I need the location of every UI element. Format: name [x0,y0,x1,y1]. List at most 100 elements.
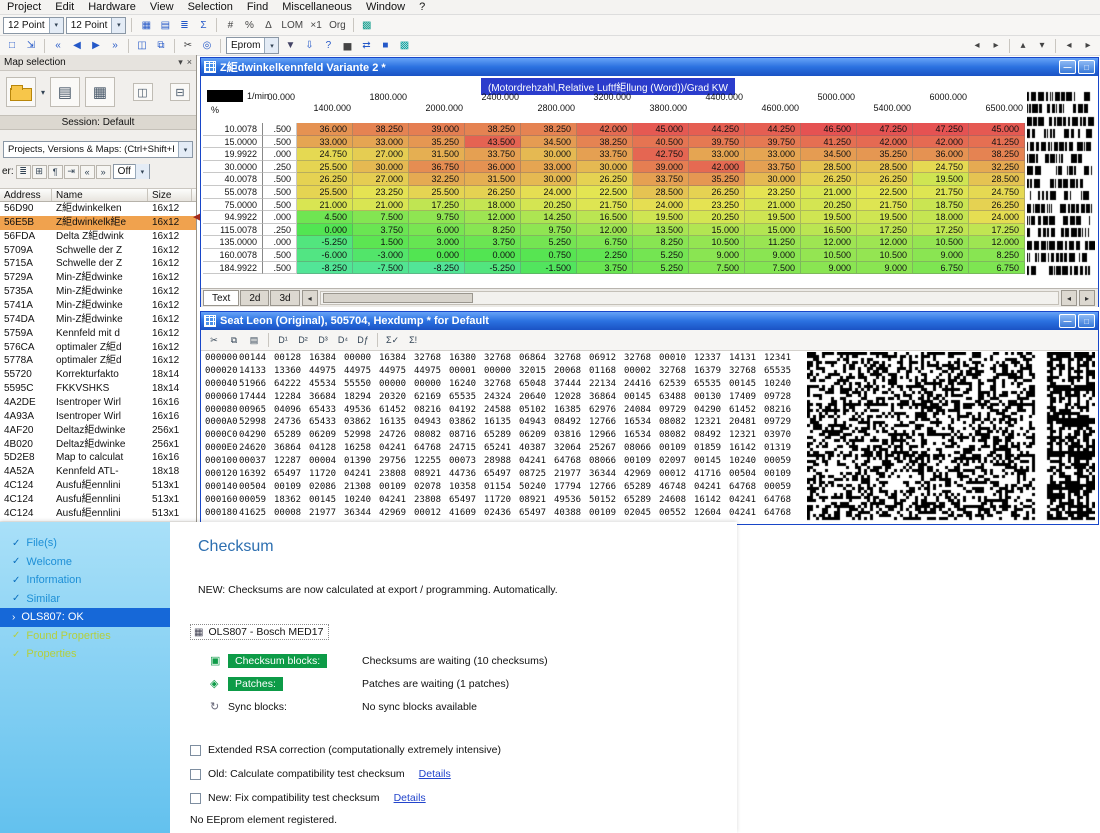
map-cell[interactable]: 33.000 [521,160,577,174]
table-large-icon[interactable]: ▤ [156,17,174,33]
hex-value[interactable]: 24588 [484,404,519,417]
map-row-header[interactable]: 19.9922 [203,148,263,161]
cut-icon[interactable]: ✂ [179,38,197,54]
hex-value[interactable]: 36344 [589,468,624,481]
hex-value[interactable]: 18362 [274,494,309,507]
hex-value[interactable]: 29756 [379,455,414,468]
hex-value[interactable]: 12766 [589,481,624,494]
hex-value[interactable]: 03816 [554,429,589,442]
hex-value[interactable]: 10240 [344,494,379,507]
map-cell[interactable]: 12.000 [969,236,1025,249]
hex-value[interactable]: 00001 [449,365,484,378]
map-cell[interactable]: 10.500 [857,248,913,262]
hex-value[interactable]: 52998 [344,429,379,442]
hex-value[interactable]: 04241 [694,481,729,494]
hex-value[interactable]: 10358 [449,481,484,494]
map-cell[interactable]: 44.250 [745,123,801,136]
hash-icon[interactable]: # [221,17,239,33]
map-row-header[interactable]: 184.9922 [203,261,263,275]
open-project-button[interactable] [6,77,36,107]
grid-icon[interactable]: ▦ [85,77,116,107]
sidebar-item-ols807-ok[interactable]: › OLS807: OK [0,608,170,627]
hex-value[interactable]: 01168 [589,365,624,378]
map-list-row[interactable]: 4AF20 Deltaz䋌dwinke 256x1 [0,424,196,438]
datatype-8bit-icon[interactable]: D¹ [274,332,292,348]
hex-value[interactable]: 12321 [729,429,764,442]
paste-icon[interactable]: ▤ [245,332,263,348]
map-cell[interactable]: 39.750 [689,135,745,149]
hex-value[interactable]: 08921 [519,494,554,507]
session-bar[interactable]: Session: Default [0,115,196,130]
map-list-row[interactable]: 5D2E8 Map to calculat 16x16 [0,451,196,465]
hex-value[interactable]: 04943 [519,416,554,429]
hex-value[interactable]: 01859 [694,442,729,455]
hex-value[interactable]: 65289 [624,481,659,494]
map-cell[interactable]: 35.250 [409,135,465,149]
hex-value[interactable]: 16534 [624,429,659,442]
map-list-row[interactable]: 4A93A Isentroper Wirl 16x16 [0,410,196,424]
map-cell[interactable]: 39.000 [409,123,465,136]
hex-value[interactable]: 00004 [309,455,344,468]
map-cell[interactable]: .500 [263,123,297,136]
map-cell[interactable]: -3.000 [353,248,409,262]
map-cell[interactable]: -8.250 [409,261,465,275]
hex-value[interactable]: 61452 [379,404,414,417]
chevron-down-icon[interactable]: ▾ [264,38,279,53]
hex-value[interactable]: 16534 [624,416,659,429]
sidebar-item-similar[interactable]: ✓ Similar [0,590,170,609]
map-cell[interactable]: 0.750 [521,248,577,262]
map-cell[interactable]: 15.000 [745,223,801,237]
column-header-name[interactable]: Name [52,189,148,201]
hex-value[interactable]: 50152 [589,494,624,507]
filter-last-icon[interactable]: » [95,164,111,179]
hex-value[interactable]: 09729 [659,404,694,417]
map-list-row[interactable]: 56D90 Z䋌dwinkelken 16x12 [0,202,196,216]
hex-value[interactable]: 32768 [729,365,764,378]
map-window-titlebar[interactable]: Z䋌dwinkelkennfeld Variante 2 * — □ [201,58,1098,76]
hex-value[interactable]: 20640 [519,391,554,404]
map-cell[interactable]: 9.000 [801,261,857,275]
hex-row[interactable]: 0000E0 24620 36864 04128 16258 04241 64768 2471… [201,442,799,455]
map-cell[interactable]: 24.750 [913,160,969,174]
map-cell[interactable]: 8.250 [633,236,689,249]
map-list-row[interactable]: 5778A optimaler Z䋌d 16x12 [0,354,196,368]
hex-value[interactable]: 00012 [659,468,694,481]
hex-value[interactable]: 14131 [729,352,764,365]
map-cell[interactable]: 3.750 [353,223,409,237]
copy-icon[interactable]: ⧉ [225,332,243,348]
map-bar-visualization[interactable] [1027,90,1095,278]
hexdump-window-titlebar[interactable]: Seat Leon (Original), 505704, Hexdump * … [201,312,1098,330]
hex-value[interactable]: 24324 [484,391,519,404]
map-cell[interactable]: 27.000 [353,148,409,161]
map-cell[interactable]: 44.250 [689,123,745,136]
map-cell[interactable]: .250 [263,160,297,174]
hex-value[interactable]: 24416 [624,378,659,391]
map-cell[interactable]: 13.500 [633,223,689,237]
filter-grid-icon[interactable]: ⊞ [31,164,47,179]
hex-value[interactable]: 24084 [624,404,659,417]
column-header-size[interactable]: Size [148,189,192,201]
hex-value[interactable]: 28988 [484,455,519,468]
menu-item-miscellaneous[interactable]: Miscellaneous [275,1,359,13]
map-col-header[interactable]: 5000.000 [803,92,855,102]
map-cell[interactable]: 33.000 [689,148,745,161]
hex-value[interactable]: 08716 [449,429,484,442]
hex-value[interactable]: 32768 [624,352,659,365]
hex-value[interactable]: 08082 [414,429,449,442]
hex-value[interactable]: 21977 [554,468,589,481]
hex-value[interactable]: 04290 [239,429,274,442]
hex-value[interactable]: 16385 [554,404,589,417]
hex-value[interactable]: 32015 [519,365,554,378]
map-cell[interactable]: 38.250 [577,135,633,149]
hex-value[interactable]: 08066 [624,442,659,455]
original-icon[interactable]: Org [326,17,349,33]
hex-value[interactable]: 16384 [309,352,344,365]
hex-value[interactable]: 04241 [519,455,554,468]
map-list-row[interactable]: 56FDA Delta Z䋌dwink 16x12 [0,230,196,244]
hex-value[interactable]: 04943 [414,416,449,429]
map-cell[interactable]: -1.500 [521,261,577,275]
hex-value[interactable]: 44975 [414,365,449,378]
lom-icon[interactable]: LOM [278,17,306,33]
hex-value[interactable]: 36344 [344,507,379,520]
map-row-header[interactable]: 115.0078 [203,223,263,237]
